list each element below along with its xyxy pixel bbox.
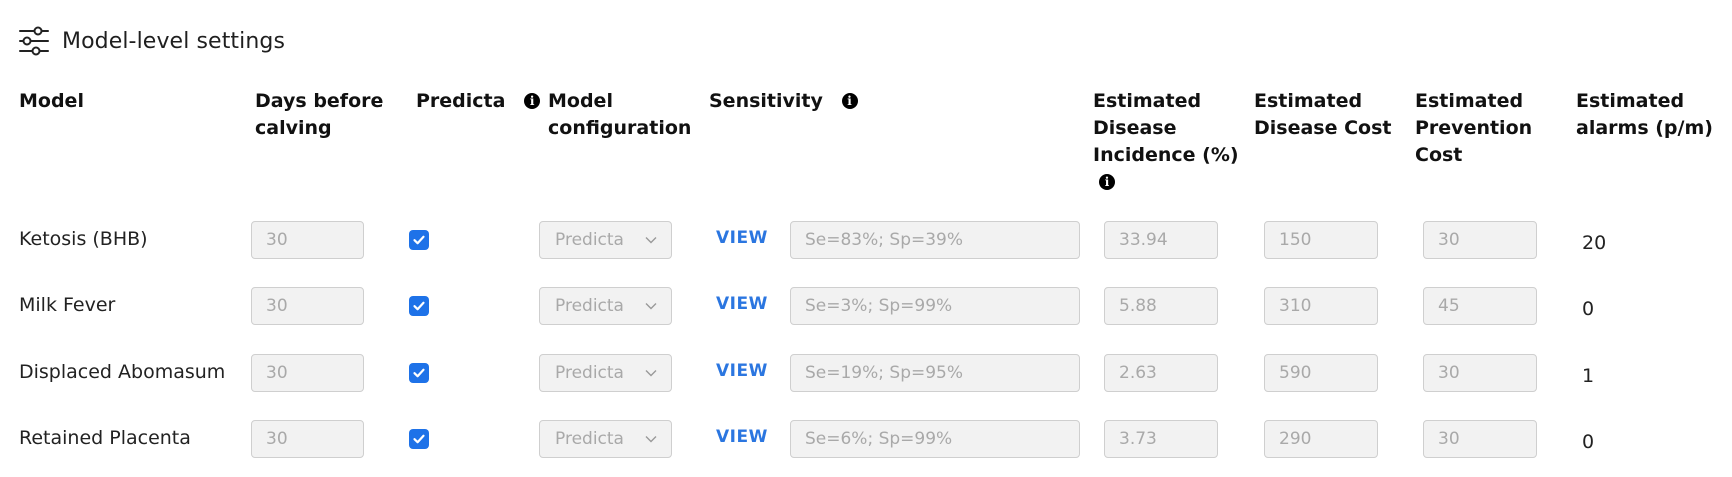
estimated-alarms-value: 0 <box>1582 298 1595 320</box>
predicta-checkbox[interactable] <box>409 429 429 449</box>
column-header-estimated-disease-incidence: Estimated Disease Incidence (%) i <box>1093 90 1239 190</box>
prevention-cost-input[interactable]: 30 <box>1423 420 1537 458</box>
check-icon <box>413 235 425 245</box>
sensitivity-field[interactable]: Se=19%; Sp=95% <box>790 354 1080 392</box>
column-header-model: Model <box>19 90 84 112</box>
disease-incidence-input[interactable]: 5.88 <box>1104 287 1218 325</box>
disease-cost-input[interactable]: 310 <box>1264 287 1378 325</box>
estimated-alarms-value: 1 <box>1582 365 1595 387</box>
predicta-checkbox[interactable] <box>409 363 429 383</box>
disease-incidence-input[interactable]: 2.63 <box>1104 354 1218 392</box>
table-row: Ketosis (BHB) 30 Predicta VIEW Se=83%; S… <box>0 220 1732 260</box>
column-header-model-configuration: Model configuration <box>548 90 692 139</box>
info-icon[interactable]: i <box>841 93 858 109</box>
column-header-estimated-disease-cost: Estimated Disease Cost <box>1254 90 1392 139</box>
view-sensitivity-link[interactable]: VIEW <box>716 294 768 314</box>
chevron-down-icon <box>645 370 657 377</box>
estimated-alarms-value: 0 <box>1582 431 1595 453</box>
sensitivity-field[interactable]: Se=6%; Sp=99% <box>790 420 1080 458</box>
view-sensitivity-link[interactable]: VIEW <box>716 427 768 447</box>
model-configuration-select[interactable]: Predicta <box>539 221 672 259</box>
days-before-calving-input[interactable]: 30 <box>251 420 364 458</box>
table-row: Displaced Abomasum 30 Predicta VIEW Se=1… <box>0 353 1732 393</box>
table-row: Milk Fever 30 Predicta VIEW Se=3%; Sp=99… <box>0 286 1732 326</box>
prevention-cost-input[interactable]: 30 <box>1423 221 1537 259</box>
model-configuration-select[interactable]: Predicta <box>539 420 672 458</box>
model-name: Displaced Abomasum <box>19 361 226 383</box>
chevron-down-icon <box>645 436 657 443</box>
model-configuration-select[interactable]: Predicta <box>539 287 672 325</box>
estimated-alarms-value: 20 <box>1582 232 1607 254</box>
model-name: Milk Fever <box>19 294 116 316</box>
sensitivity-field[interactable]: Se=3%; Sp=99% <box>790 287 1080 325</box>
check-icon <box>413 301 425 311</box>
column-header-estimated-alarms: Estimated alarms (p/m) <box>1576 90 1713 139</box>
disease-incidence-input[interactable]: 33.94 <box>1104 221 1218 259</box>
model-configuration-select[interactable]: Predicta <box>539 354 672 392</box>
disease-cost-input[interactable]: 590 <box>1264 354 1378 392</box>
column-header-predicta: Predicta i <box>416 88 541 115</box>
model-name: Ketosis (BHB) <box>19 228 148 250</box>
disease-cost-input[interactable]: 150 <box>1264 221 1378 259</box>
prevention-cost-input[interactable]: 45 <box>1423 287 1537 325</box>
sliders-icon <box>19 26 49 56</box>
predicta-checkbox[interactable] <box>409 296 429 316</box>
days-before-calving-input[interactable]: 30 <box>251 287 364 325</box>
disease-cost-input[interactable]: 290 <box>1264 420 1378 458</box>
info-icon[interactable]: i <box>1099 174 1115 190</box>
column-header-estimated-prevention-cost: Estimated Prevention Cost <box>1415 90 1533 166</box>
prevention-cost-input[interactable]: 30 <box>1423 354 1537 392</box>
column-header-days-before-calving: Days before calving <box>255 90 384 139</box>
predicta-checkbox[interactable] <box>409 230 429 250</box>
section-header: Model-level settings <box>18 26 285 56</box>
page-title: Model-level settings <box>62 28 286 54</box>
check-icon <box>413 368 425 378</box>
sensitivity-field[interactable]: Se=83%; Sp=39% <box>790 221 1080 259</box>
chevron-down-icon <box>645 237 657 244</box>
chevron-down-icon <box>645 303 657 310</box>
disease-incidence-input[interactable]: 3.73 <box>1104 420 1218 458</box>
check-icon <box>413 434 425 444</box>
model-name: Retained Placenta <box>19 427 191 449</box>
column-header-sensitivity: Sensitivity i <box>709 88 858 115</box>
days-before-calving-input[interactable]: 30 <box>251 221 364 259</box>
view-sensitivity-link[interactable]: VIEW <box>716 228 768 248</box>
view-sensitivity-link[interactable]: VIEW <box>716 361 768 381</box>
days-before-calving-input[interactable]: 30 <box>251 354 364 392</box>
table-row: Retained Placenta 30 Predicta VIEW Se=6%… <box>0 419 1732 459</box>
info-icon[interactable]: i <box>524 93 541 109</box>
